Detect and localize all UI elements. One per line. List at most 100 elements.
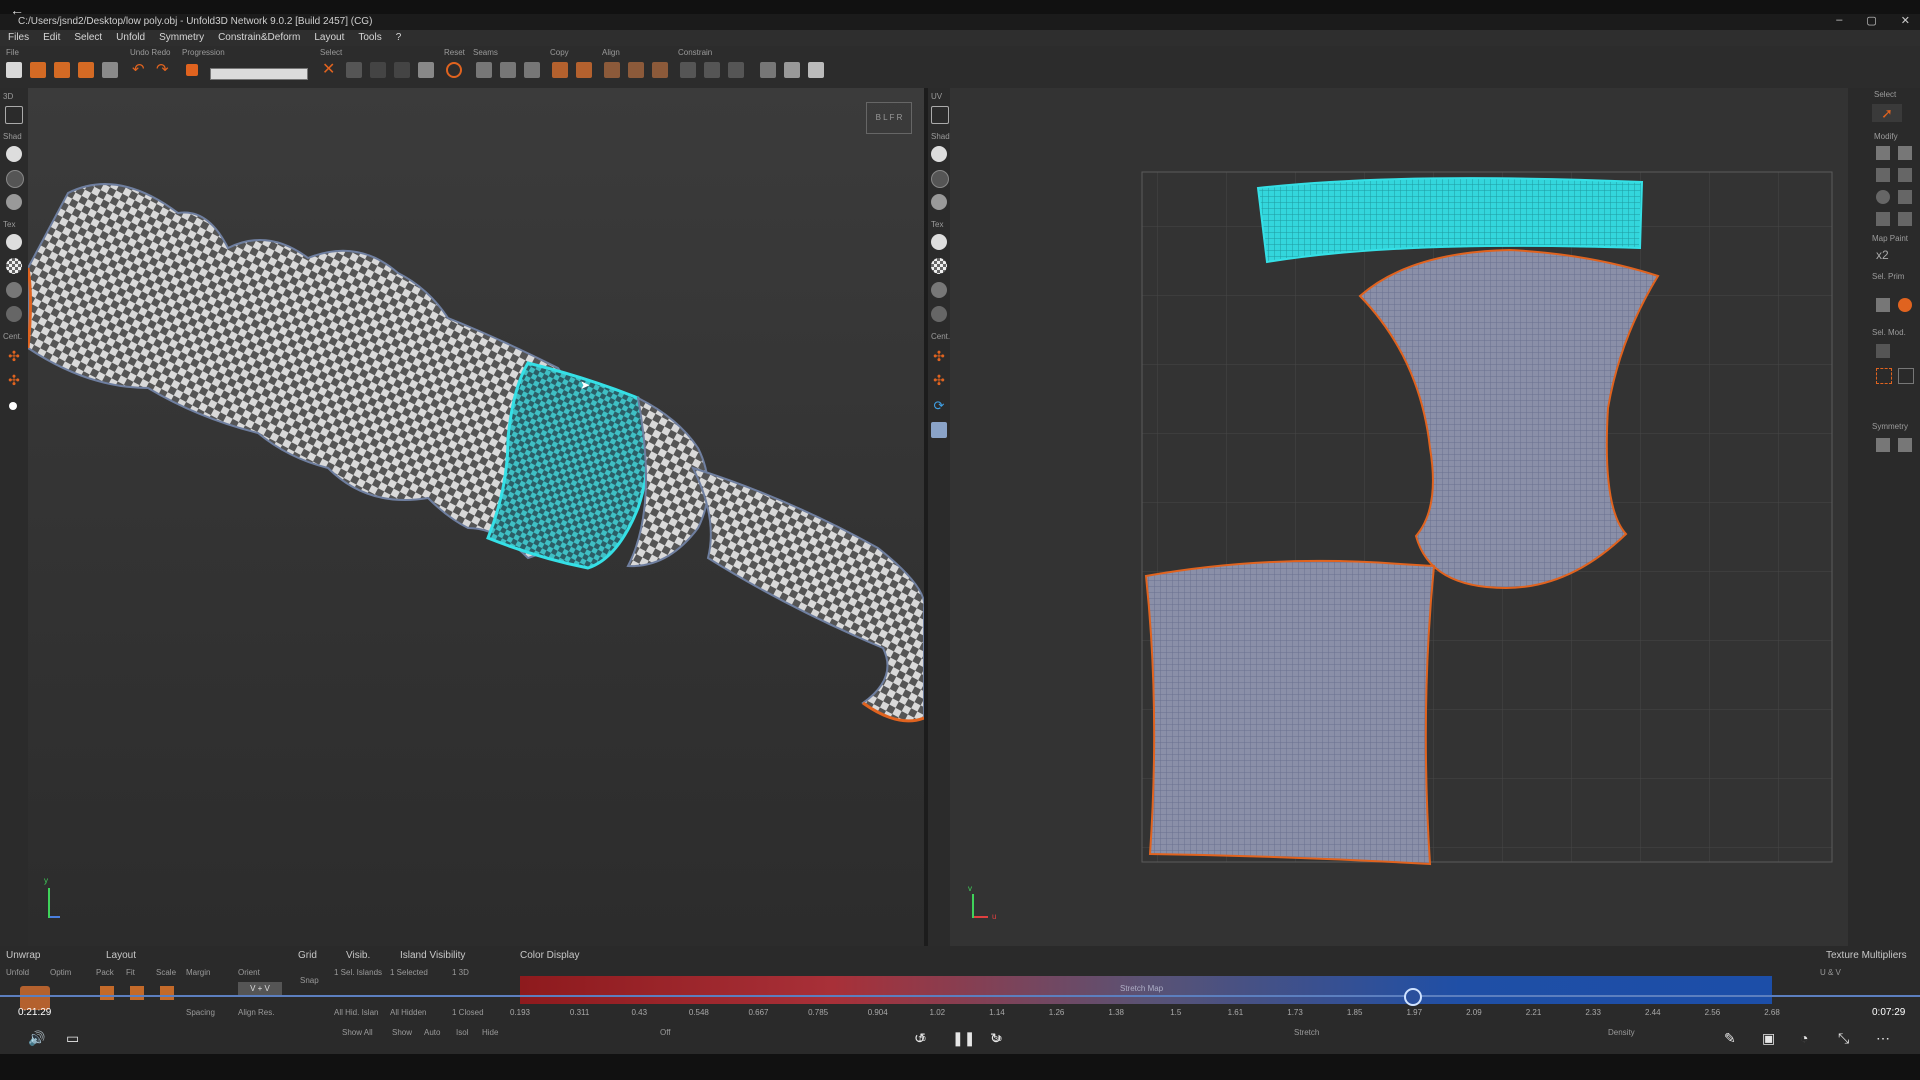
section-unwrap[interactable]: Unwrap <box>6 950 40 961</box>
select-grid-icon[interactable] <box>418 62 434 78</box>
face-select-icon[interactable] <box>1876 298 1890 312</box>
pen-icon[interactable]: ✎ <box>1724 1030 1736 1047</box>
menu-select[interactable]: Select <box>74 30 102 46</box>
volume-icon[interactable]: 🔊 <box>28 1030 45 1047</box>
align-horizontal-icon[interactable] <box>628 62 644 78</box>
copy-icon[interactable] <box>552 62 568 78</box>
reset-icon[interactable] <box>446 62 462 78</box>
optim-button[interactable]: Optim <box>50 968 71 977</box>
select-islands-icon[interactable] <box>346 62 362 78</box>
select-faces-icon[interactable] <box>394 62 410 78</box>
lasso-select-icon[interactable] <box>1898 368 1914 384</box>
symmetry-x-icon[interactable] <box>1876 438 1890 452</box>
scale-icon[interactable] <box>160 986 174 1000</box>
exit-fullscreen-icon[interactable]: ⤡ <box>1838 1030 1849 1047</box>
menu-tools[interactable]: Tools <box>358 30 381 46</box>
move-tool-icon[interactable] <box>1876 146 1890 160</box>
island-select-icon[interactable] <box>1898 298 1912 312</box>
section-visib[interactable]: Visib. <box>346 950 370 961</box>
menu-help[interactable]: ? <box>396 30 402 46</box>
rect-select-icon[interactable] <box>1876 368 1892 384</box>
unfold-button[interactable]: Unfold <box>6 968 29 977</box>
section-color-display[interactable]: Color Display <box>520 950 579 961</box>
select-edges-icon[interactable] <box>370 62 386 78</box>
section-texture-multipliers[interactable]: Texture Multipliers <box>1826 950 1907 961</box>
stop-icon[interactable] <box>186 64 198 76</box>
align-vertical-icon[interactable] <box>652 62 668 78</box>
maximize-button[interactable]: ▢ <box>1866 14 1876 27</box>
menu-unfold[interactable]: Unfold <box>116 30 145 46</box>
unpin-icon[interactable] <box>704 62 720 78</box>
section-layout[interactable]: Layout <box>106 950 136 961</box>
uv-shaded-icon[interactable] <box>931 146 947 162</box>
rotate-tool-icon[interactable] <box>1898 146 1912 160</box>
viewport-3d[interactable]: ➤ B L F R y <box>26 88 926 946</box>
texel-tool-icon[interactable] <box>1876 212 1890 226</box>
weld-seam-icon[interactable] <box>500 62 516 78</box>
close-button[interactable]: ✕ <box>1901 14 1910 27</box>
section-island-visibility[interactable]: Island Visibility <box>400 950 465 961</box>
checker-icon[interactable] <box>760 62 776 78</box>
cut-seam-icon[interactable] <box>476 62 492 78</box>
back-arrow-icon[interactable]: ← <box>10 2 24 18</box>
paint-select-icon[interactable] <box>1876 344 1890 358</box>
scale-button[interactable]: Scale <box>156 968 176 977</box>
frame-uv-icon[interactable] <box>931 106 949 124</box>
fit-icon[interactable] <box>130 986 144 1000</box>
shaded-sphere-icon[interactable] <box>6 146 22 162</box>
picture-in-picture-icon[interactable]: ▣ <box>1762 1030 1775 1047</box>
constrain-line-icon[interactable] <box>728 62 744 78</box>
sphere-tool-icon[interactable] <box>1876 190 1890 204</box>
align-icon[interactable] <box>604 62 620 78</box>
save-icon[interactable] <box>54 62 70 78</box>
pause-icon[interactable]: ❚❚ <box>952 1030 975 1047</box>
menu-layout[interactable]: Layout <box>314 30 344 46</box>
scale-tool-icon[interactable] <box>1876 168 1890 182</box>
menu-constrain-deform[interactable]: Constrain&Deform <box>218 30 300 46</box>
uv-smooth-icon[interactable] <box>931 194 947 210</box>
video-timeline[interactable] <box>0 995 1920 997</box>
captions-icon[interactable]: ▭ <box>66 1030 79 1047</box>
view-cube[interactable]: B L F R <box>866 102 912 134</box>
symmetry-y-icon[interactable] <box>1898 438 1912 452</box>
select-arrow-icon[interactable]: ➚ <box>1872 104 1902 122</box>
auto-seam-icon[interactable] <box>524 62 540 78</box>
menu-symmetry[interactable]: Symmetry <box>159 30 204 46</box>
frame-3d-icon[interactable] <box>5 106 23 124</box>
paste-icon[interactable] <box>576 62 592 78</box>
center-selection-icon[interactable]: ✣ <box>6 372 22 388</box>
uv-checker-icon[interactable] <box>931 258 947 274</box>
align-tool-icon[interactable] <box>1898 212 1912 226</box>
fit-button[interactable]: Fit <box>126 968 135 977</box>
flip-tool-icon[interactable] <box>1898 168 1912 182</box>
more-options-icon[interactable]: ⋯ <box>1876 1030 1890 1047</box>
speed-icon[interactable]: ◔ <box>1800 1030 1808 1046</box>
uv-center-selection-icon[interactable]: ✣ <box>931 372 947 388</box>
undo-icon[interactable]: ↶ <box>132 62 148 78</box>
square-tool-icon[interactable] <box>1898 190 1912 204</box>
save-as-icon[interactable] <box>78 62 94 78</box>
new-file-icon[interactable] <box>6 62 22 78</box>
redo-icon[interactable]: ↷ <box>156 62 172 78</box>
orient-dropdown[interactable]: V + V <box>238 982 282 996</box>
uv-unit-icon[interactable] <box>931 306 947 322</box>
uv-sphere-icon[interactable] <box>931 282 947 298</box>
uv-texture-icon[interactable] <box>931 234 947 250</box>
smooth-sphere-icon[interactable] <box>6 194 22 210</box>
light-icon[interactable] <box>9 402 17 410</box>
section-grid[interactable]: Grid <box>298 950 317 961</box>
timeline-scrubber-icon[interactable] <box>1404 988 1422 1006</box>
move-icon[interactable] <box>784 62 800 78</box>
center-icon[interactable]: ✣ <box>6 348 22 364</box>
open-file-icon[interactable] <box>30 62 46 78</box>
pack-button[interactable]: Pack <box>96 968 114 977</box>
export-icon[interactable] <box>102 62 118 78</box>
pin-icon[interactable] <box>680 62 696 78</box>
uv-sphere-icon[interactable] <box>6 282 22 298</box>
viewport-uv[interactable]: v u <box>950 88 1848 946</box>
add-icon[interactable] <box>808 62 824 78</box>
uv-grid-icon[interactable] <box>931 422 947 438</box>
wire-sphere-icon[interactable] <box>6 170 24 188</box>
menu-edit[interactable]: Edit <box>43 30 60 46</box>
texture-sphere-icon[interactable] <box>6 234 22 250</box>
